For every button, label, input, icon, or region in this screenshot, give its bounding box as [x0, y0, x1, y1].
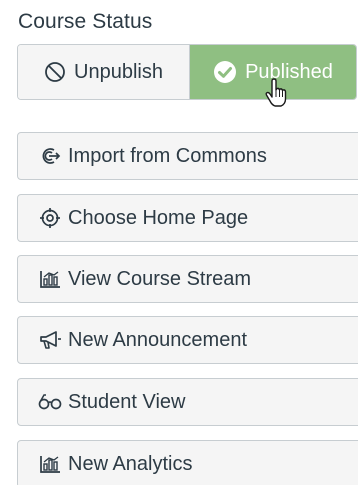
unpublish-button[interactable]: Unpublish — [18, 45, 190, 99]
course-sidebar: Course Status Unpublish Published Import… — [0, 0, 358, 485]
choose-home-page-label: Choose Home Page — [68, 206, 249, 229]
glasses-icon — [38, 393, 62, 411]
unpublish-label: Unpublish — [74, 60, 163, 83]
view-course-stream-button[interactable]: View Course Stream — [17, 255, 358, 303]
view-course-stream-label: View Course Stream — [68, 267, 252, 290]
choose-home-page-button[interactable]: Choose Home Page — [17, 194, 358, 242]
new-announcement-label: New Announcement — [68, 328, 248, 351]
new-analytics-button[interactable]: New Analytics — [17, 440, 358, 485]
import-from-commons-label: Import from Commons — [68, 144, 267, 167]
prohibited-icon — [44, 61, 66, 83]
student-view-label: Student View — [68, 390, 186, 413]
course-status-heading: Course Status — [18, 10, 153, 33]
target-icon — [38, 207, 62, 229]
new-announcement-button[interactable]: New Announcement — [17, 316, 358, 364]
bar-chart-icon — [38, 269, 62, 289]
import-commons-icon — [38, 146, 62, 166]
new-analytics-label: New Analytics — [68, 452, 193, 475]
hand-pointer-cursor-icon — [264, 78, 290, 108]
student-view-button[interactable]: Student View — [17, 378, 358, 426]
analytics-icon — [38, 454, 62, 474]
publish-toggle: Unpublish Published — [17, 44, 357, 100]
megaphone-icon — [38, 329, 62, 351]
import-from-commons-button[interactable]: Import from Commons — [17, 132, 358, 180]
check-circle-icon — [213, 60, 237, 84]
